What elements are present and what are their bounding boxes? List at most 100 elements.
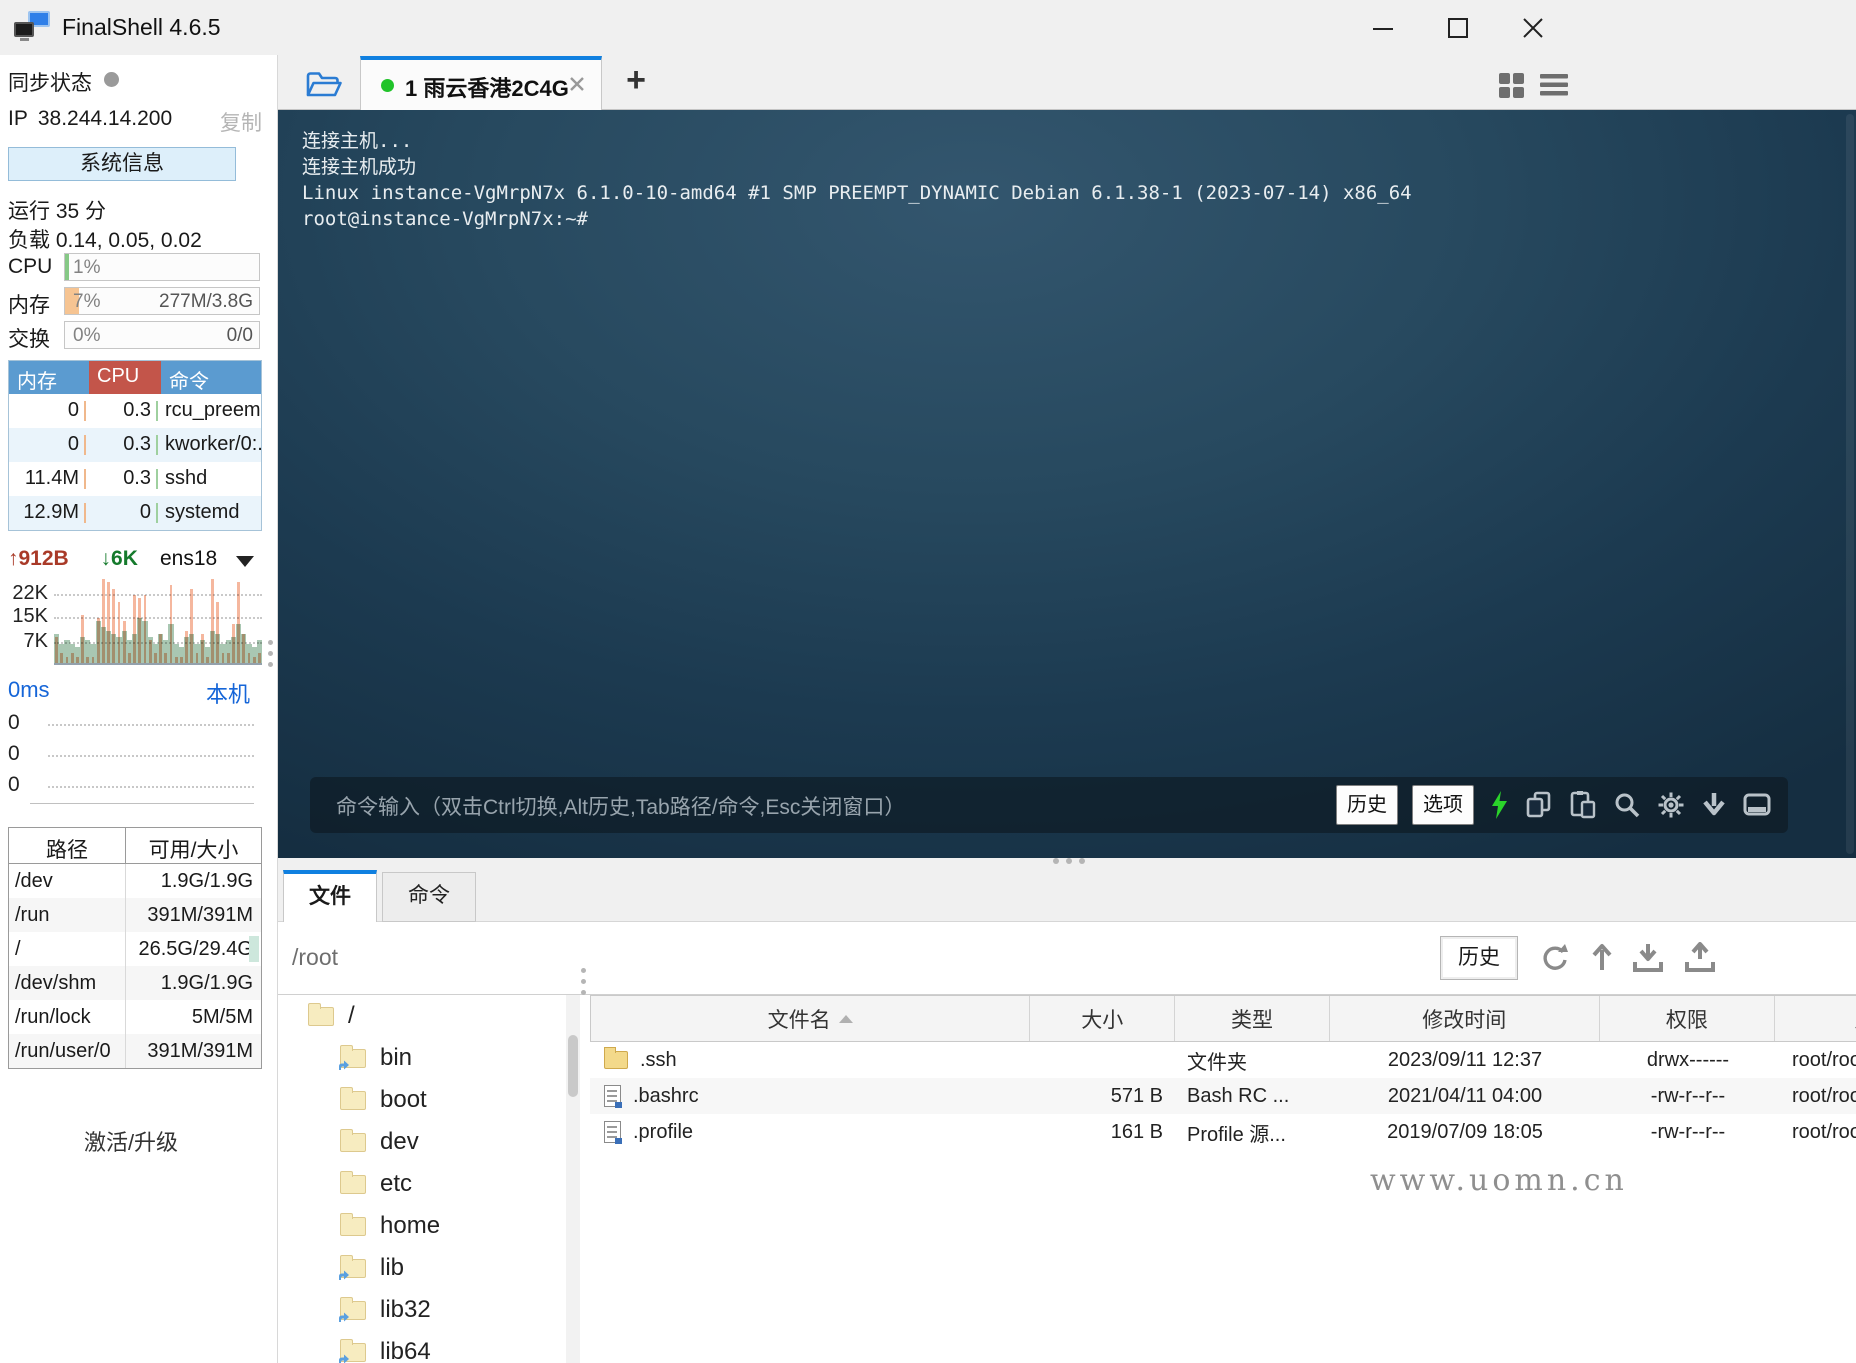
process-row[interactable]: 11.4M 0.3 sshd xyxy=(9,462,261,496)
process-row[interactable]: 0 0.3 kworker/0:. xyxy=(9,428,261,462)
uptime-text: 运行 35 分 xyxy=(8,200,107,223)
file-row[interactable]: .ssh 文件夹 2023/09/11 12:37 drwx------ root/ro… xyxy=(590,1042,1856,1078)
disk-size-cell: 5M/5M xyxy=(191,1006,253,1028)
monitor-icon xyxy=(1743,793,1771,816)
network-chart: 22K 15K 7K xyxy=(8,579,262,667)
search-icon xyxy=(1615,793,1640,818)
file-row[interactable]: .profile 161 B Profile 源... 2019/07/09 18:0… xyxy=(590,1114,1856,1150)
path-input[interactable]: /root xyxy=(292,944,338,971)
interface-selector[interactable]: ens18 xyxy=(160,547,217,571)
close-button[interactable] xyxy=(1510,5,1556,51)
tree-item-etc[interactable]: etc xyxy=(278,1163,566,1205)
ping-target[interactable]: 本机 xyxy=(206,677,250,709)
sync-status-dot xyxy=(104,72,119,87)
file-header-1[interactable]: 大小 xyxy=(1030,996,1176,1041)
paste-button[interactable] xyxy=(1568,790,1598,820)
process-row[interactable]: 00.3rcu_preemp xyxy=(9,394,261,428)
tree-item-dev[interactable]: dev xyxy=(278,1121,566,1163)
search-button[interactable] xyxy=(1612,790,1642,820)
file-header-2[interactable]: 类型 xyxy=(1175,996,1330,1041)
file-header-0[interactable]: 文件名 xyxy=(591,996,1031,1041)
upload-file-button[interactable] xyxy=(1682,940,1718,976)
app-logo-icon xyxy=(14,11,50,43)
tab-close-button[interactable] xyxy=(567,74,589,96)
connected-status-dot xyxy=(381,79,394,92)
proc-header-cell[interactable]: 内存 xyxy=(9,361,89,394)
tree-item-lib32[interactable]: lib32 xyxy=(278,1289,566,1331)
terminal[interactable]: 连接主机... 连接主机成功 Linux instance-VgMrpN7x 6.1… xyxy=(278,110,1856,858)
settings-button[interactable] xyxy=(1656,790,1686,820)
download-file-button[interactable] xyxy=(1630,940,1666,976)
net-bar-upload xyxy=(65,656,69,663)
tree-item-lib64[interactable]: lib64 xyxy=(278,1331,566,1363)
layout-grid-button[interactable] xyxy=(1497,71,1525,104)
fullscreen-button[interactable] xyxy=(1742,791,1772,819)
net-bar-upload xyxy=(174,656,178,663)
net-bar-upload xyxy=(70,653,74,663)
parent-directory-button[interactable] xyxy=(1584,940,1620,976)
swap-label: 交换 xyxy=(8,328,50,351)
open-connections-button[interactable] xyxy=(294,65,354,105)
file-cell: 161 B xyxy=(1110,1120,1163,1143)
tree-item-bin[interactable]: bin xyxy=(278,1037,566,1079)
maximize-icon xyxy=(1448,18,1468,38)
file-header-3[interactable]: 修改时间 xyxy=(1330,996,1600,1041)
proc-header-cell[interactable]: 命令 xyxy=(161,361,261,394)
file-table: 文件名大小类型修改时间权限用户 .ssh 文件夹 2023/09/11 12:37 d… xyxy=(590,995,1856,1363)
net-bar-upload xyxy=(133,595,137,663)
menu-button[interactable] xyxy=(1539,73,1569,102)
disk-path-cell: /run xyxy=(9,898,126,932)
ping-history-line xyxy=(48,723,254,726)
process-row[interactable]: 12.9M 0 systemd xyxy=(9,496,261,530)
tab-files[interactable]: 文件 xyxy=(283,870,377,922)
download-button[interactable] xyxy=(1700,790,1728,820)
tree-scrollbar-thumb[interactable] xyxy=(568,1035,578,1097)
net-bar-upload xyxy=(179,656,183,663)
new-tab-button[interactable]: + xyxy=(618,63,654,99)
tree-item-root[interactable]: / xyxy=(278,995,566,1037)
refresh-button[interactable] xyxy=(1536,940,1572,976)
tree-item-label: / xyxy=(348,1002,355,1029)
tree-item-home[interactable]: home xyxy=(278,1205,566,1247)
upload-tray-icon xyxy=(1685,942,1715,972)
network-summary: ↑912B ↓6K ens18 xyxy=(8,547,262,575)
copy-icon xyxy=(1526,791,1551,818)
file-row[interactable]: .bashrc 571 B Bash RC ... 2021/04/11 04:00 -… xyxy=(590,1078,1856,1114)
path-history-button[interactable]: 历史 xyxy=(1440,936,1518,980)
file-header-4[interactable]: 权限 xyxy=(1600,996,1776,1041)
history-button[interactable]: 历史 xyxy=(1336,785,1398,825)
options-button[interactable]: 选项 xyxy=(1412,785,1474,825)
command-input[interactable]: 命令输入（双击Ctrl切换,Alt历史,Tab路径/命令,Esc关闭窗口） xyxy=(336,791,905,821)
file-header-5[interactable]: 用户 xyxy=(1775,996,1856,1041)
net-bar-upload xyxy=(231,624,235,663)
system-info-button[interactable]: 系统信息 xyxy=(8,147,236,181)
net-bar-upload xyxy=(216,601,220,663)
disk-row: /run/user/0 391M/391M xyxy=(9,1034,261,1068)
folder-icon xyxy=(339,1254,366,1280)
tree-item-boot[interactable]: boot xyxy=(278,1079,566,1121)
terminal-scrollbar[interactable] xyxy=(1846,114,1854,854)
connection-speed-button[interactable] xyxy=(1488,790,1510,820)
chevron-down-icon[interactable] xyxy=(236,556,254,567)
minimize-button[interactable] xyxy=(1360,5,1406,51)
activate-upgrade-link[interactable]: 激活/升级 xyxy=(0,1125,262,1157)
tree-item-lib[interactable]: lib xyxy=(278,1247,566,1289)
tree-splitter-handle[interactable] xyxy=(581,968,586,995)
mem-label: 内存 xyxy=(8,294,50,317)
net-bar-upload xyxy=(190,588,194,663)
tree-scrollbar[interactable] xyxy=(566,995,580,1363)
maximize-button[interactable] xyxy=(1435,5,1481,51)
session-tab[interactable]: 1 雨云香港2C4G xyxy=(360,56,602,110)
title-bar: FinalShell 4.6.5 xyxy=(0,0,1856,55)
tab-commands[interactable]: 命令 xyxy=(382,872,476,922)
copy-button[interactable] xyxy=(1524,790,1554,820)
chart-drag-handle[interactable] xyxy=(268,640,273,667)
disk-path-cell: /run/user/0 xyxy=(9,1034,126,1068)
copy-ip-button[interactable]: 复制 xyxy=(220,107,262,137)
command-bar: 命令输入（双击Ctrl切换,Alt历史,Tab路径/命令,Esc关闭窗口） 历史… xyxy=(310,777,1788,833)
disk-path-cell: /dev/shm xyxy=(9,966,126,1000)
proc-header-cell[interactable]: CPU xyxy=(89,361,161,394)
panel-splitter[interactable] xyxy=(1053,858,1085,864)
proc-cell: 11.4M xyxy=(9,462,89,496)
disk-table-body: /dev 1.9G/1.9G/run 391M/391M / 26.5G/29.4G/d… xyxy=(9,864,261,1068)
